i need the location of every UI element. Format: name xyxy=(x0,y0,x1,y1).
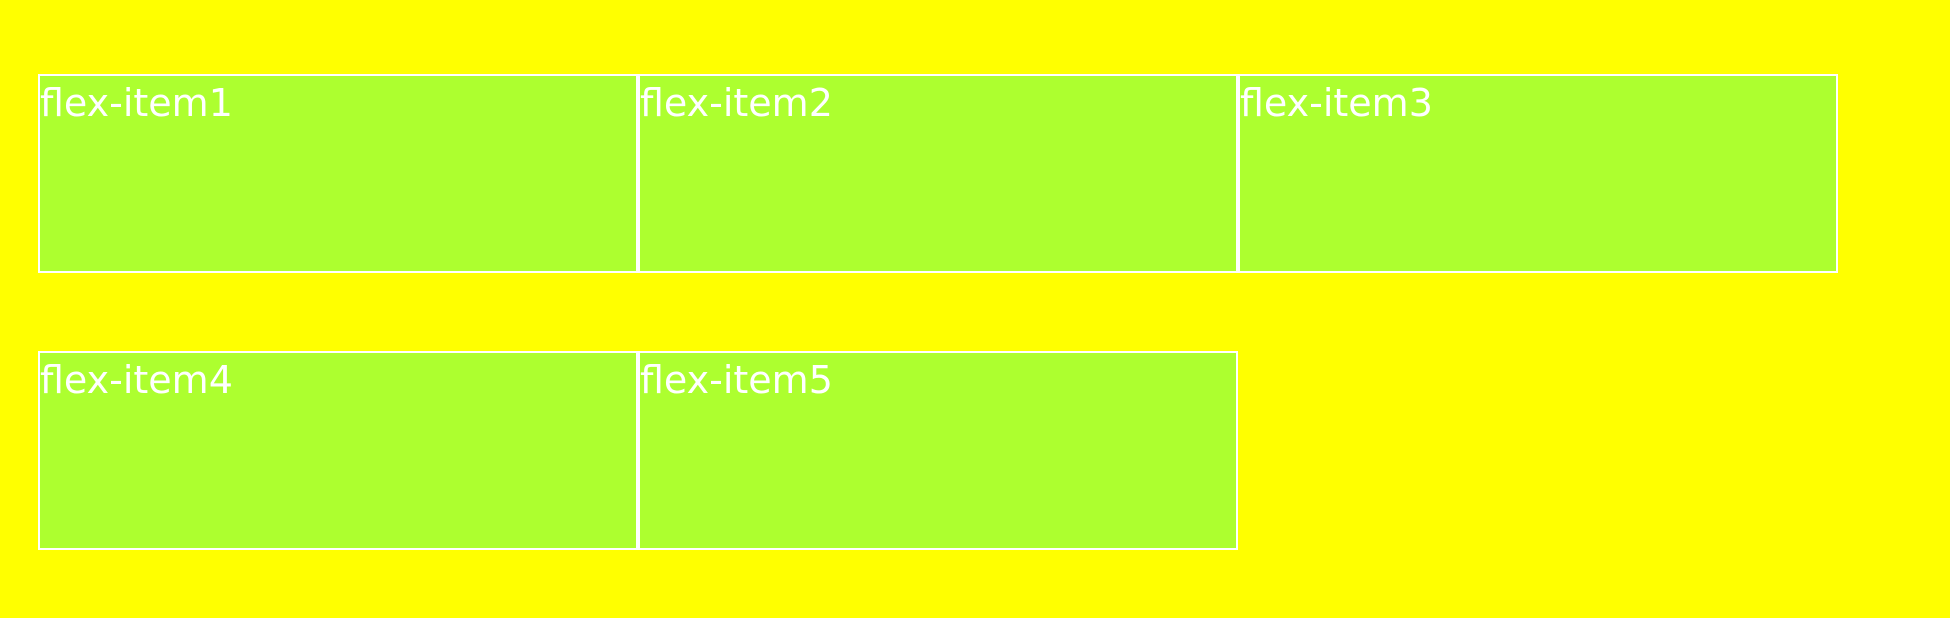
flex-item-3: flex-item3 xyxy=(1238,74,1838,273)
flex-item-4: flex-item4 xyxy=(38,351,638,550)
flex-item-5: flex-item5 xyxy=(638,351,1238,550)
flex-item-1: flex-item1 xyxy=(38,74,638,273)
flex-item-2: flex-item2 xyxy=(638,74,1238,273)
flex-container: flex-item1 flex-item2 flex-item3 flex-it… xyxy=(38,74,1838,550)
